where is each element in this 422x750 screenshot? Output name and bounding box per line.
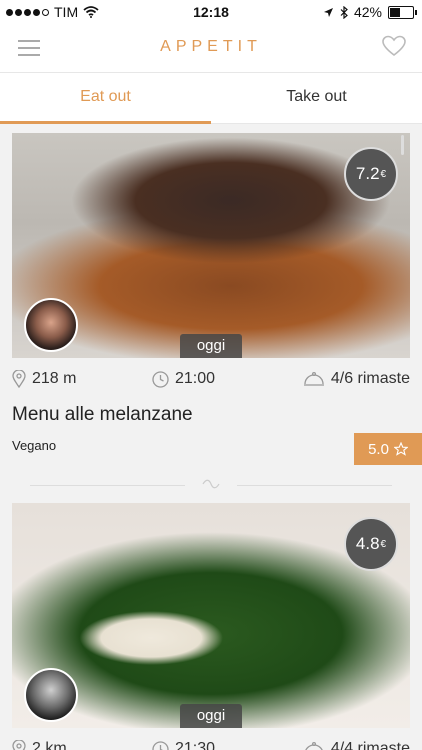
day-label: oggi (180, 704, 242, 728)
bluetooth-icon (340, 5, 348, 19)
distance-value: 218 m (32, 370, 77, 387)
rating-value: 5.0 (368, 440, 389, 458)
distance-item: 218 m (12, 370, 152, 388)
battery-icon (388, 5, 417, 19)
app-title: APPETIT (160, 38, 262, 55)
time-item: 21:00 (152, 370, 277, 388)
price-value: 7.2 (355, 164, 380, 183)
meal-photo[interactable]: 4.8 € oggi (12, 503, 410, 728)
card-divider (30, 478, 392, 492)
time-value: 21:30 (175, 740, 216, 750)
meal-feed[interactable]: 7.2 € oggi 218 m 21:00 4/6 rimaste Menu a… (0, 123, 422, 750)
meal-card[interactable]: 7.2 € oggi 218 m 21:00 4/6 rimaste Menu a… (12, 133, 422, 465)
tab-take-out[interactable]: Take out (211, 73, 422, 123)
meal-info-row: 2 km 21:30 4/4 rimaste (12, 728, 410, 750)
seats-value: 4/4 rimaste (330, 740, 410, 750)
distance-value: 2 km (32, 740, 67, 750)
pin-icon (12, 740, 26, 750)
meal-card[interactable]: 4.8 € oggi 2 km 21:30 4/4 rimaste (12, 503, 410, 750)
price-value: 4.8 (355, 534, 380, 553)
status-bar: TIM 12:18 42% (0, 0, 422, 24)
time-item: 21:30 (152, 740, 277, 750)
host-avatar[interactable] (24, 298, 78, 352)
currency-symbol: € (380, 168, 387, 180)
time-value: 21:00 (175, 370, 216, 387)
cloche-icon (305, 741, 323, 750)
seats-value: 4/6 rimaste (330, 370, 410, 387)
heart-icon[interactable] (382, 35, 406, 57)
ornament-icon (202, 479, 220, 489)
rating-badge: 5.0 (354, 433, 422, 465)
clock-icon (152, 370, 169, 388)
meal-photo[interactable]: 7.2 € oggi (12, 133, 410, 358)
meal-info-row: 218 m 21:00 4/6 rimaste (12, 358, 410, 400)
price-badge: 4.8 € (344, 517, 398, 571)
clock-icon (152, 740, 169, 750)
dish-category: Vegano (12, 438, 57, 453)
star-icon (393, 442, 408, 456)
pin-icon (12, 370, 26, 388)
battery-label: 42% (353, 4, 382, 20)
tab-eat-out[interactable]: Eat out (0, 73, 211, 124)
host-avatar[interactable] (24, 668, 78, 722)
price-badge: 7.2 € (344, 147, 398, 201)
dish-title: Menu alle melanzane (12, 404, 193, 425)
nav-bar: APPETIT (0, 24, 422, 72)
location-arrow-icon (323, 7, 333, 17)
day-label: oggi (180, 334, 242, 358)
currency-symbol: € (380, 538, 387, 550)
seats-item: 4/4 rimaste (277, 740, 410, 750)
cloche-icon (303, 371, 324, 386)
scroll-indicator (401, 135, 404, 155)
seats-item: 4/6 rimaste (277, 370, 410, 388)
tab-bar: Eat out Take out (0, 72, 422, 124)
distance-item: 2 km (12, 740, 152, 750)
status-right: 42% (323, 4, 417, 20)
